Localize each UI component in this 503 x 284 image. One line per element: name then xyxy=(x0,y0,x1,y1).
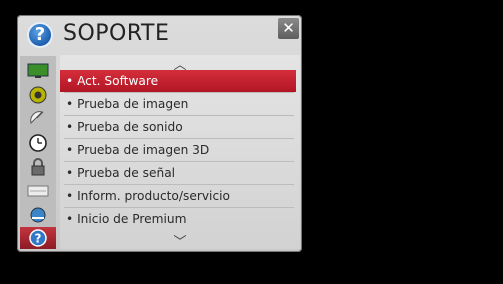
satellite-dish-icon[interactable] xyxy=(24,108,52,130)
support-menu-list: ︿ • Act. Software • Prueba de imagen • P… xyxy=(60,55,300,250)
help-question-icon: ? xyxy=(27,22,53,48)
panel-header: ? SOPORTE ✕ xyxy=(17,15,302,55)
menu-item-inicio-premium[interactable]: • Inicio de Premium xyxy=(60,208,296,230)
page-title: SOPORTE xyxy=(63,21,170,46)
keyboard-icon[interactable] xyxy=(24,180,52,202)
clock-icon[interactable] xyxy=(24,132,52,154)
support-menu-panel: ? SOPORTE ✕ ? ︿ • Act. Software • Prueba… xyxy=(17,15,302,252)
close-button[interactable]: ✕ xyxy=(278,18,299,39)
globe-network-icon[interactable] xyxy=(24,204,52,226)
menu-item-prueba-imagen[interactable]: • Prueba de imagen xyxy=(60,93,296,115)
sound-speaker-icon[interactable] xyxy=(24,84,52,106)
menu-item-prueba-imagen-3d[interactable]: • Prueba de imagen 3D xyxy=(60,139,296,161)
tv-picture-icon[interactable] xyxy=(24,60,52,82)
menu-item-inform-producto[interactable]: • Inform. producto/servicio xyxy=(60,185,296,207)
scroll-down-icon[interactable]: ﹀ xyxy=(60,231,300,250)
menu-item-prueba-sonido[interactable]: • Prueba de sonido xyxy=(60,116,296,138)
menu-item-prueba-senal[interactable]: • Prueba de señal xyxy=(60,162,296,184)
lock-icon[interactable] xyxy=(24,156,52,178)
svg-text:?: ? xyxy=(35,232,42,246)
menu-item-act-software[interactable]: • Act. Software xyxy=(60,70,296,92)
category-sidebar: ? xyxy=(20,56,56,249)
support-question-icon[interactable]: ? xyxy=(20,227,56,249)
